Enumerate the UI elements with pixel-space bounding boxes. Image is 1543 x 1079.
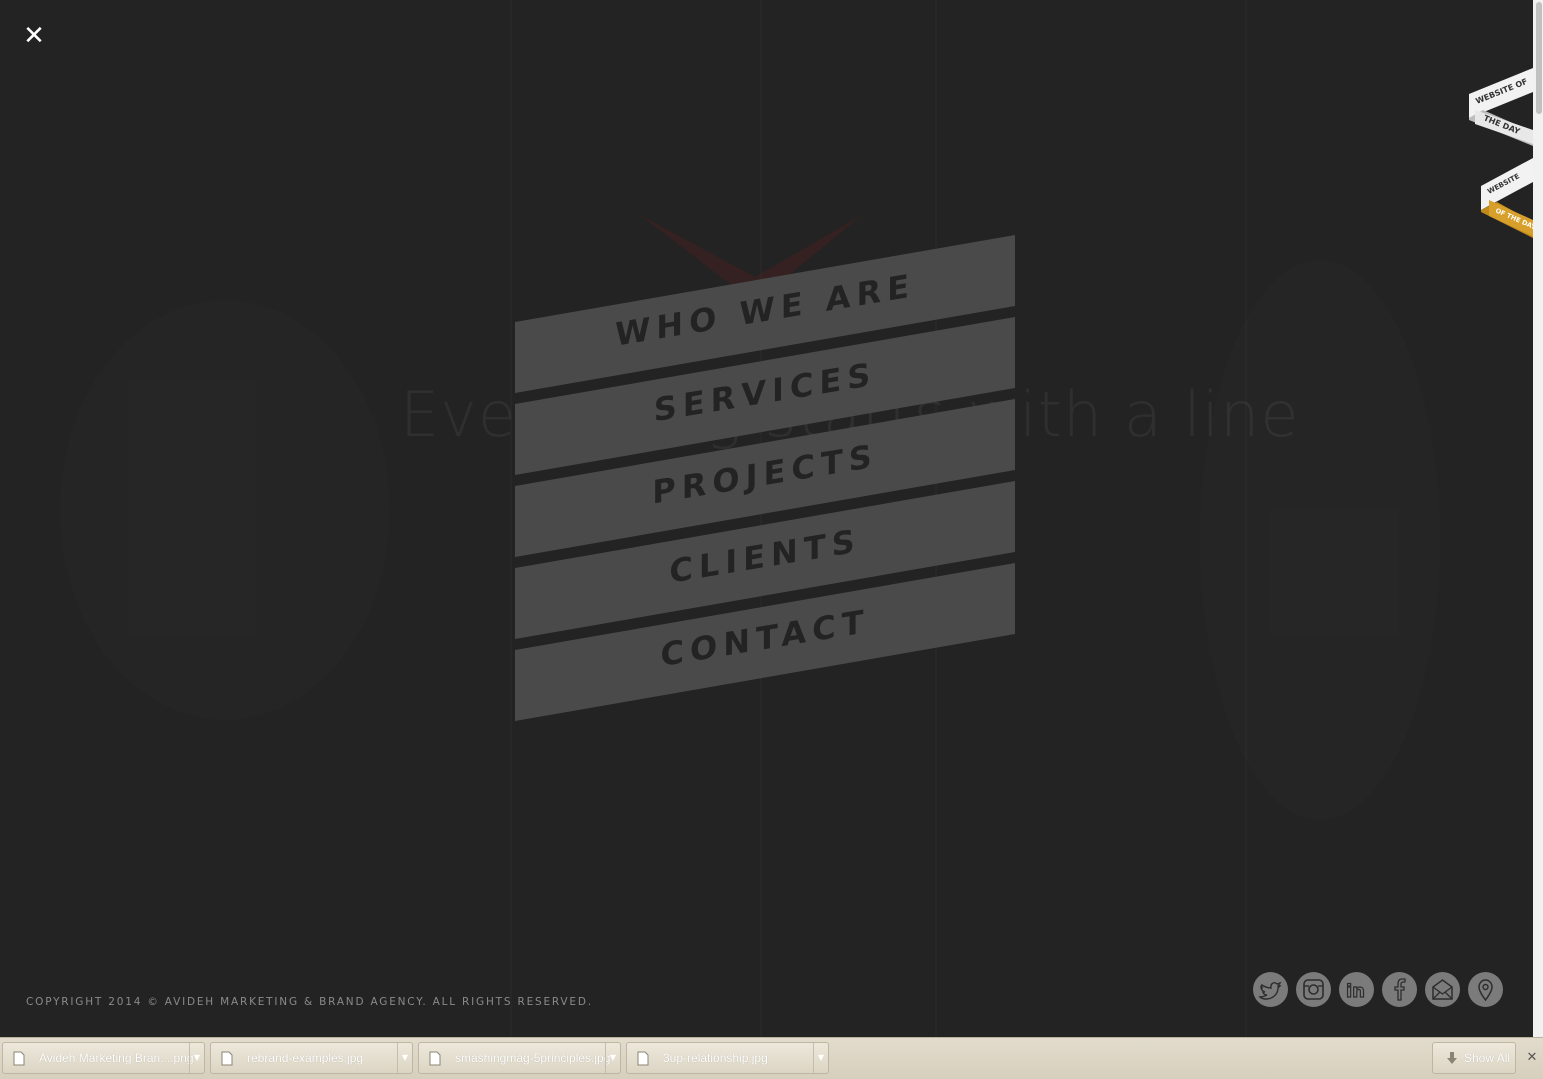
downloads-bar: Avideh Marketing Bran....png ▼ rebrand-e…: [0, 1037, 1543, 1079]
facebook-icon: [1394, 978, 1406, 1001]
linkedin-button[interactable]: in: [1339, 972, 1374, 1007]
download-filename: smashingmag-5principles.jpg: [455, 1051, 611, 1065]
show-all-button[interactable]: Show All: [1432, 1042, 1516, 1074]
close-menu-button[interactable]: ✕: [22, 23, 46, 49]
show-all-label: Show All: [1464, 1051, 1511, 1065]
svg-text:in: in: [1346, 981, 1365, 1002]
linkedin-icon: in: [1345, 980, 1365, 1002]
download-item[interactable]: rebrand-examples.jpg ▼: [210, 1042, 413, 1074]
file-icon: [637, 1051, 649, 1066]
email-icon: [1432, 979, 1453, 1000]
page-viewport: Everything starts with a line ✕ WHO WE A…: [0, 0, 1533, 1037]
download-arrow-icon: [1447, 1052, 1457, 1064]
file-icon: [13, 1051, 25, 1066]
location-pin-icon: [1478, 979, 1493, 1002]
award-badge-website-of-the-day-gold[interactable]: WEBSITE OF THE DAY: [1481, 158, 1533, 238]
background-line: [510, 0, 512, 1037]
chevron-down-icon[interactable]: ▼: [605, 1043, 620, 1073]
scrollbar-thumb[interactable]: [1536, 2, 1542, 114]
facebook-button[interactable]: [1382, 972, 1417, 1007]
chevron-down-icon[interactable]: ▼: [813, 1043, 828, 1073]
twitter-icon: [1258, 981, 1282, 1000]
close-downloads-bar-button[interactable]: ✕: [1524, 1048, 1540, 1068]
download-item[interactable]: smashingmag-5principles.jpg ▼: [418, 1042, 621, 1074]
file-icon: [429, 1051, 441, 1066]
download-filename: 3up-relationship.jpg: [663, 1051, 768, 1065]
download-item[interactable]: 3up-relationship.jpg ▼: [626, 1042, 829, 1074]
main-navigation-menu: WHO WE ARE SERVICES PROJECTS CLIENTS CON…: [515, 235, 1015, 725]
download-filename: Avideh Marketing Bran....png: [39, 1051, 194, 1065]
download-item[interactable]: Avideh Marketing Bran....png ▼: [2, 1042, 205, 1074]
instagram-icon: [1303, 979, 1324, 1000]
instagram-button[interactable]: [1296, 972, 1331, 1007]
email-button[interactable]: [1425, 972, 1460, 1007]
chevron-down-icon[interactable]: ▼: [189, 1043, 204, 1073]
download-filename: rebrand-examples.jpg: [247, 1051, 364, 1065]
vertical-scrollbar[interactable]: [1533, 0, 1543, 1037]
file-icon: [221, 1051, 233, 1066]
menu-item-contact[interactable]: CONTACT: [515, 563, 1015, 721]
award-badge-website-of-the-day[interactable]: WEBSITE OF THE DAY: [1469, 68, 1533, 146]
copyright-text: COPYRIGHT 2014 © AVIDEH MARKETING & BRAN…: [26, 996, 593, 1008]
chevron-down-icon[interactable]: ▼: [397, 1043, 412, 1073]
award-ribbons: WEBSITE OF THE DAY WEBSITE OF THE DAY: [1469, 68, 1533, 238]
background-figure: [60, 300, 390, 720]
background-figure: [1200, 260, 1440, 820]
twitter-button[interactable]: [1253, 972, 1288, 1007]
browser-window: Everything starts with a line ✕ WHO WE A…: [0, 0, 1543, 1079]
location-button[interactable]: [1468, 972, 1503, 1007]
